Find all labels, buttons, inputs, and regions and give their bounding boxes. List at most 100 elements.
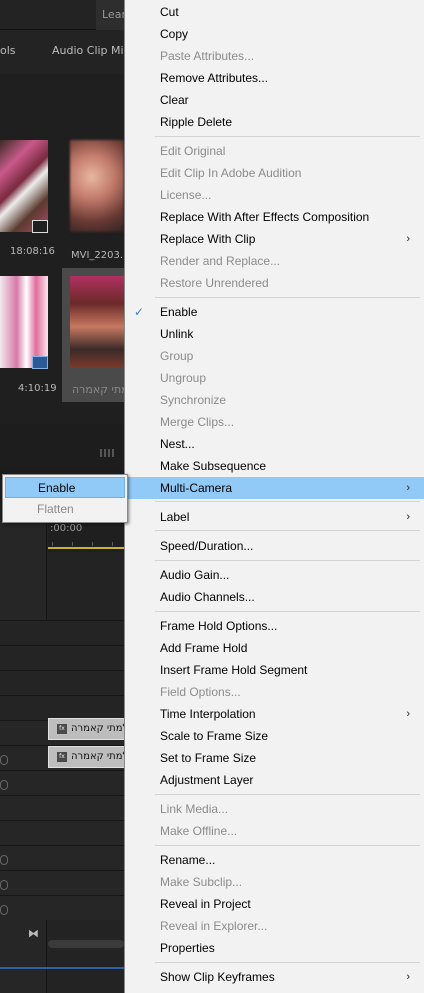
- fx-icon: fx: [57, 724, 67, 734]
- menu-item-label: Insert Frame Hold Segment: [160, 663, 308, 677]
- timeline-zoom-bar[interactable]: [0, 967, 124, 969]
- menu-item-label: Time Interpolation: [160, 707, 256, 721]
- menu-item-nest[interactable]: Nest...: [125, 433, 424, 455]
- menu-item-multi-camera[interactable]: Multi-Camera ›: [125, 477, 424, 499]
- menu-item-label: Unlink: [160, 327, 194, 341]
- timeline-clip-label: צלמתי קאמרה: [71, 723, 128, 734]
- menu-item-make-subsequence[interactable]: Make Subsequence: [125, 455, 424, 477]
- menu-item-label: Reveal in Project: [160, 897, 251, 911]
- menu-item-scale-to-frame-size[interactable]: Scale to Frame Size: [125, 725, 424, 747]
- clip-thumbnail[interactable]: [70, 140, 124, 232]
- clip-thumbnail[interactable]: [0, 276, 48, 368]
- menu-item-field-options: Field Options...: [125, 681, 424, 703]
- panel-tab-tools[interactable]: ols: [0, 44, 16, 57]
- menu-item-label: Scale to Frame Size: [160, 729, 269, 743]
- menu-item-label: Replace With Clip: [160, 232, 256, 246]
- menu-separator: [155, 611, 420, 612]
- microphone-icon[interactable]: [0, 905, 8, 915]
- ruler-tick: [52, 542, 53, 546]
- menu-item-edit-clip-in-adobe-audition: Edit Clip In Adobe Audition: [125, 162, 424, 184]
- multi-camera-submenu: Enable Flatten: [2, 474, 128, 523]
- menu-item-link-media: Link Media...: [125, 798, 424, 820]
- menu-item-properties[interactable]: Properties: [125, 937, 424, 959]
- menu-item-label: Properties: [160, 941, 215, 955]
- menu-item-adjustment-layer[interactable]: Adjustment Layer: [125, 769, 424, 791]
- ruler-tick: [72, 542, 73, 546]
- menu-item-speed-duration[interactable]: Speed/Duration...: [125, 535, 424, 557]
- menu-item-label: Edit Clip In Adobe Audition: [160, 166, 302, 180]
- menu-item-add-frame-hold[interactable]: Add Frame Hold: [125, 637, 424, 659]
- menu-item-time-interpolation[interactable]: Time Interpolation ›: [125, 703, 424, 725]
- menu-item-audio-gain[interactable]: Audio Gain...: [125, 564, 424, 586]
- menu-item-rename[interactable]: Rename...: [125, 849, 424, 871]
- menu-item-clear[interactable]: Clear: [125, 89, 424, 111]
- chevron-right-icon: ›: [406, 233, 410, 245]
- timeline-clip[interactable]: fx צלמתי קאמרה: [48, 746, 128, 768]
- menu-item-insert-frame-hold-segment[interactable]: Insert Frame Hold Segment: [125, 659, 424, 681]
- menu-item-restore-unrendered: Restore Unrendered: [125, 272, 424, 294]
- microphone-icon[interactable]: [0, 855, 8, 865]
- checkmark-icon: ✓: [134, 305, 145, 319]
- menu-item-replace-with-clip[interactable]: Replace With Clip ›: [125, 228, 424, 250]
- menu-item-enable[interactable]: ✓ Enable: [125, 301, 424, 323]
- menu-item-copy[interactable]: Copy: [125, 23, 424, 45]
- menu-item-label: Synchronize: [160, 393, 227, 407]
- menu-item-label: Make Subsequence: [160, 459, 267, 473]
- chevron-right-icon: ›: [406, 708, 410, 720]
- submenu-item-label: Enable: [38, 481, 76, 495]
- menu-item-reveal-in-project[interactable]: Reveal in Project: [125, 893, 424, 915]
- menu-item-label: Nest...: [160, 437, 195, 451]
- menu-item-label: Replace With After Effects Composition: [160, 210, 370, 224]
- menu-item-label: Audio Gain...: [160, 568, 230, 582]
- chevron-right-icon: ›: [406, 511, 410, 523]
- chevron-right-icon: ›: [406, 482, 410, 494]
- timeline-scrollbar[interactable]: [48, 940, 124, 948]
- clip-duration: 4:10:19: [18, 383, 57, 394]
- menu-separator: [155, 794, 420, 795]
- menu-item-replace-with-after-effects-composition[interactable]: Replace With After Effects Composition: [125, 206, 424, 228]
- menu-item-label[interactable]: Label ›: [125, 506, 424, 528]
- menu-item-remove-attributes[interactable]: Remove Attributes...: [125, 67, 424, 89]
- menu-separator: [155, 962, 420, 963]
- menu-item-edit-original: Edit Original: [125, 140, 424, 162]
- microphone-icon[interactable]: [0, 780, 8, 790]
- menu-item-label: Multi-Camera: [160, 481, 233, 495]
- menu-item-unlink[interactable]: Unlink: [125, 323, 424, 345]
- submenu-item-enable[interactable]: Enable: [5, 477, 125, 498]
- menu-item-group: Group: [125, 345, 424, 367]
- menu-item-label: Copy: [160, 27, 189, 41]
- menu-item-label: Reveal in Explorer...: [160, 919, 268, 933]
- menu-item-show-clip-keyframes[interactable]: Show Clip Keyframes ›: [125, 966, 424, 988]
- menu-item-label: Ungroup: [160, 371, 207, 385]
- menu-item-label: Label: [160, 510, 190, 524]
- menu-item-ungroup: Ungroup: [125, 367, 424, 389]
- clip-thumbnail[interactable]: [0, 140, 48, 232]
- timeline-clip-label: צלמתי קאמרה: [71, 751, 128, 762]
- zoom-bowtie-icon[interactable]: ⧓: [28, 927, 39, 940]
- menu-item-label: Cut: [160, 5, 179, 19]
- menu-item-set-to-frame-size[interactable]: Set to Frame Size: [125, 747, 424, 769]
- zoom-slider-icon[interactable]: [100, 449, 114, 457]
- menu-item-label: Enable: [160, 305, 198, 319]
- menu-item-frame-hold-options[interactable]: Frame Hold Options...: [125, 615, 424, 637]
- menu-item-label: Make Subclip...: [160, 875, 243, 889]
- microphone-icon[interactable]: [0, 755, 8, 765]
- menu-separator: [155, 560, 420, 561]
- menu-item-paste-attributes: Paste Attributes...: [125, 45, 424, 67]
- menu-item-ripple-delete[interactable]: Ripple Delete: [125, 111, 424, 133]
- microphone-icon[interactable]: [0, 880, 8, 890]
- menu-item-merge-clips: Merge Clips...: [125, 411, 424, 433]
- menu-item-label: License...: [160, 188, 212, 202]
- menu-item-label: Clear: [160, 93, 189, 107]
- chevron-right-icon: ›: [406, 971, 410, 983]
- clip-thumbnail[interactable]: [70, 276, 124, 368]
- submenu-item-flatten: Flatten: [5, 499, 125, 520]
- menu-item-render-and-replace: Render and Replace...: [125, 250, 424, 272]
- panel-tab-audio-clip-mixer[interactable]: Audio Clip Mix: [52, 44, 130, 57]
- menu-item-reveal-in-explorer: Reveal in Explorer...: [125, 915, 424, 937]
- menu-item-cut[interactable]: Cut: [125, 1, 424, 23]
- menu-item-label: Make Offline...: [160, 824, 238, 838]
- menu-item-synchronize: Synchronize: [125, 389, 424, 411]
- menu-item-audio-channels[interactable]: Audio Channels...: [125, 586, 424, 608]
- timeline-clip[interactable]: fx צלמתי קאמרה: [48, 718, 128, 740]
